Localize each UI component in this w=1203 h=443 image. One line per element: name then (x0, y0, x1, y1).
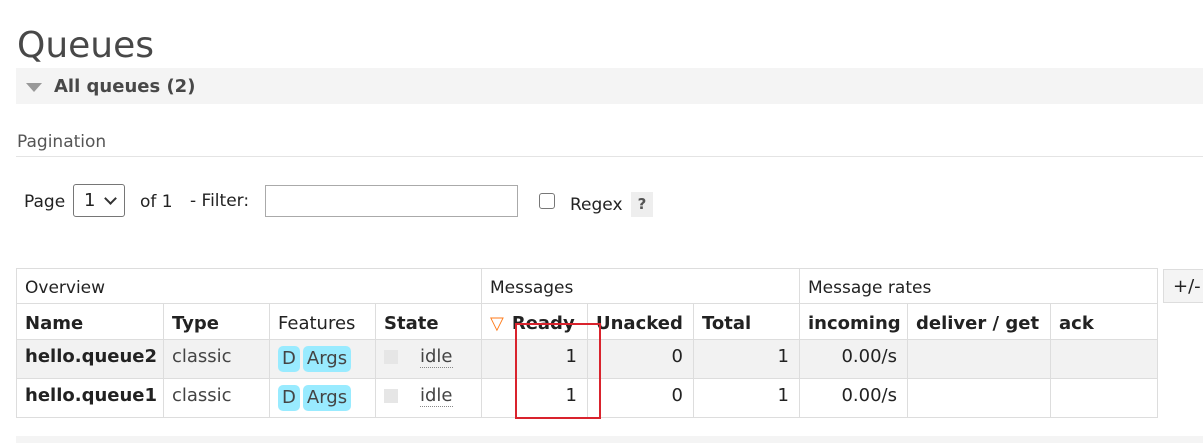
ready-count: 1 (482, 379, 588, 418)
feature-badge-durable: D (278, 346, 300, 372)
page-select[interactable]: 1 (73, 184, 125, 217)
regex-label: Regex (570, 195, 623, 215)
pagination-title: Pagination (17, 132, 107, 152)
sort-descending-icon: ▽ (490, 313, 504, 334)
regex-help-button[interactable]: ? (631, 192, 653, 217)
all-queues-toggle[interactable]: All queues (2) (16, 68, 1203, 104)
state-text: idle (420, 346, 453, 368)
group-message-rates: Message rates (800, 268, 1158, 304)
col-header-features: Features (270, 304, 376, 340)
page-title: Queues (17, 25, 155, 66)
all-queues-label: All queues (2) (54, 76, 196, 97)
deliver-get-rate (908, 379, 1051, 418)
state-indicator-icon (384, 350, 398, 364)
col-header-deliver-get[interactable]: deliver / get (908, 304, 1051, 340)
group-messages: Messages (482, 268, 800, 304)
queue-state: idle (376, 340, 482, 379)
page-select-value: 1 (84, 190, 96, 211)
col-header-type[interactable]: Type (164, 304, 270, 340)
state-text: idle (420, 385, 453, 407)
col-header-ready-label: Ready (511, 313, 575, 334)
feature-badge-durable: D (278, 385, 300, 411)
total-count: 1 (694, 379, 800, 418)
state-indicator-icon (384, 389, 398, 403)
queue-name-link[interactable]: hello.queue2 (16, 340, 164, 379)
divider (16, 156, 1203, 157)
regex-checkbox[interactable] (539, 193, 555, 209)
group-overview: Overview (16, 268, 482, 304)
chevron-down-icon (104, 192, 117, 205)
col-header-total[interactable]: Total (694, 304, 800, 340)
ack-rate (1051, 379, 1158, 418)
filter-label: - Filter: (190, 191, 250, 211)
queue-name-link[interactable]: hello.queue1 (16, 379, 164, 418)
col-header-ack[interactable]: ack (1051, 304, 1158, 340)
page-count-label: of 1 (140, 192, 173, 212)
total-count: 1 (694, 340, 800, 379)
toggle-columns-button[interactable]: +/- (1163, 269, 1203, 303)
col-header-unacked[interactable]: Unacked (588, 304, 694, 340)
collapse-triangle-icon (26, 83, 42, 92)
col-header-incoming[interactable]: incoming (800, 304, 908, 340)
page-label: Page (24, 192, 66, 212)
queue-type: classic (164, 379, 270, 418)
incoming-rate: 0.00/s (800, 379, 908, 418)
queue-features: D Args (270, 340, 376, 379)
next-section-strip (16, 436, 1203, 443)
unacked-count: 0 (588, 379, 694, 418)
incoming-rate: 0.00/s (800, 340, 908, 379)
col-header-state[interactable]: State (376, 304, 482, 340)
ready-count: 1 (482, 340, 588, 379)
filter-input[interactable] (265, 185, 518, 217)
ack-rate (1051, 340, 1158, 379)
queue-type: classic (164, 340, 270, 379)
queue-features: D Args (270, 379, 376, 418)
unacked-count: 0 (588, 340, 694, 379)
queue-state: idle (376, 379, 482, 418)
feature-badge-args[interactable]: Args (302, 385, 352, 411)
feature-badge-args[interactable]: Args (302, 346, 352, 372)
col-header-name[interactable]: Name (16, 304, 164, 340)
deliver-get-rate (908, 340, 1051, 379)
col-header-ready[interactable]: ▽ Ready (482, 304, 588, 340)
